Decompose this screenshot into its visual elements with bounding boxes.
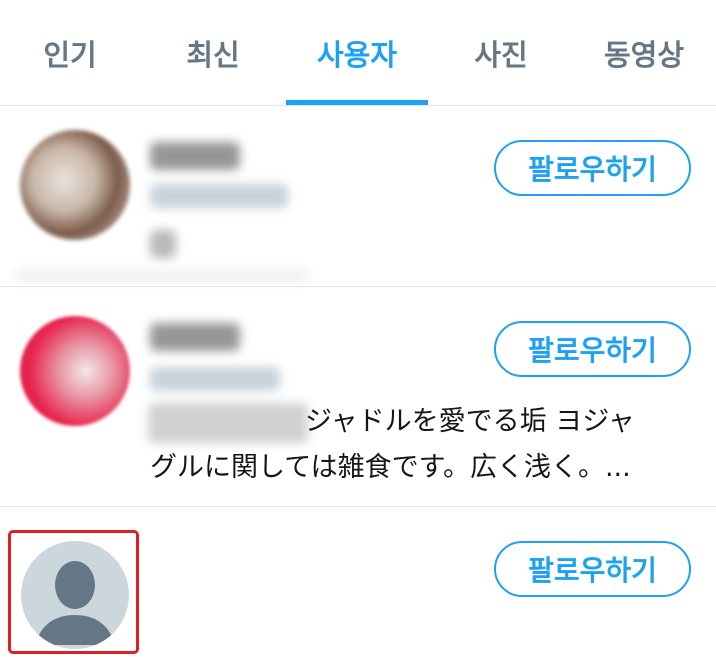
active-tab-indicator <box>286 100 428 105</box>
follow-button[interactable]: 팔로우하기 <box>494 321 691 377</box>
avatar-highlight-box <box>8 530 139 654</box>
follow-button[interactable]: 팔로우하기 <box>494 541 691 597</box>
tab-users[interactable]: 사용자 <box>286 0 428 106</box>
redacted-display-name <box>150 142 240 170</box>
follow-button[interactable]: 팔로우하기 <box>494 140 691 196</box>
avatar[interactable] <box>20 316 130 426</box>
redacted-bio-start <box>148 403 308 443</box>
user-list-item[interactable]: ジャドルを愛でる垢 ヨジャ グルに関しては雑食です。広く浅く。... 팔로우하기 <box>0 287 716 507</box>
bio-text-line-2: グルに関しては雑食です。広く浅く。... <box>150 452 631 483</box>
tab-photos[interactable]: 사진 <box>430 0 572 106</box>
redacted-area <box>14 270 308 282</box>
redacted-bio <box>150 230 176 258</box>
user-list-item[interactable]: 팔로우하기 <box>0 106 716 287</box>
avatar[interactable] <box>20 130 130 240</box>
tab-videos[interactable]: 동영상 <box>572 0 716 106</box>
redacted-display-name <box>150 323 240 351</box>
redacted-username <box>150 367 280 391</box>
tab-latest[interactable]: 최신 <box>142 0 284 106</box>
tab-popular[interactable]: 인기 <box>0 0 140 106</box>
search-tab-bar: 인기 최신 사용자 사진 동영상 <box>0 0 716 106</box>
bio-text-line-1: ジャドルを愛でる垢 ヨジャ <box>305 406 635 437</box>
redacted-username <box>150 184 288 208</box>
